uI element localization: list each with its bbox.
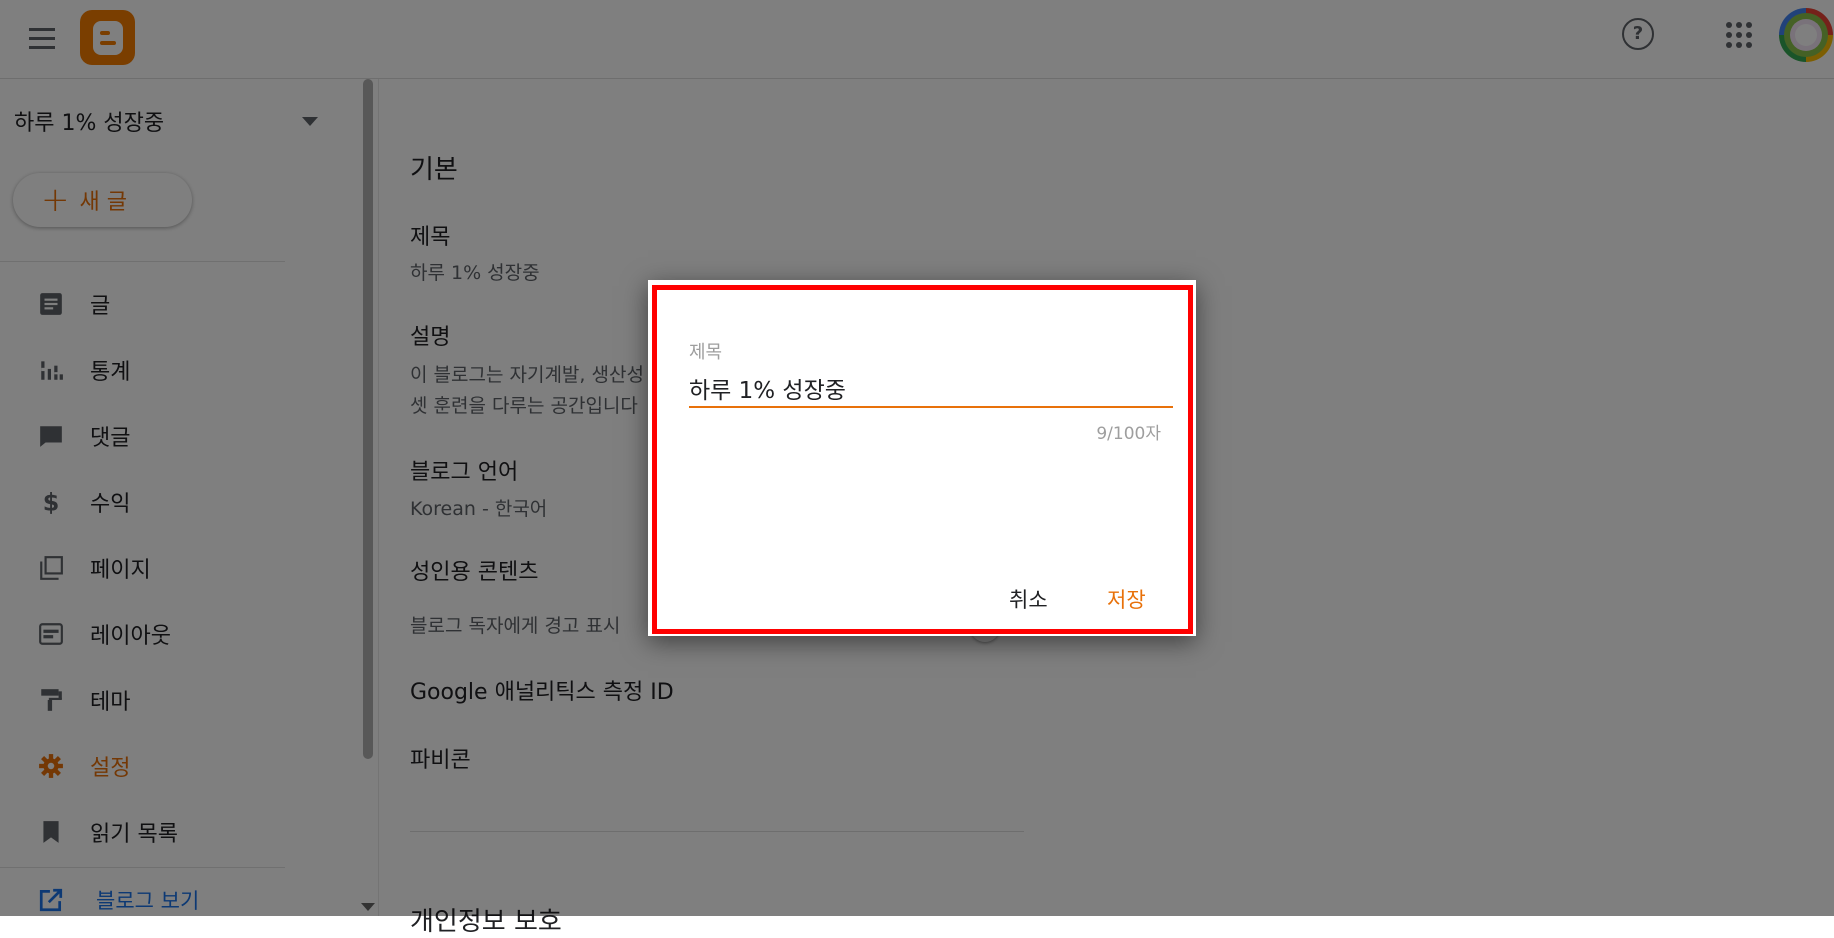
save-button[interactable]: 저장 xyxy=(1099,580,1154,618)
title-input[interactable] xyxy=(689,370,1173,408)
edit-title-dialog: 제목 9/100자 취소 저장 xyxy=(648,280,1196,636)
highlight-frame: 제목 9/100자 취소 저장 xyxy=(652,285,1193,634)
character-counter: 9/100자 xyxy=(1096,424,1161,444)
title-field-label: 제목 xyxy=(689,342,723,363)
cancel-button[interactable]: 취소 xyxy=(1001,580,1056,618)
